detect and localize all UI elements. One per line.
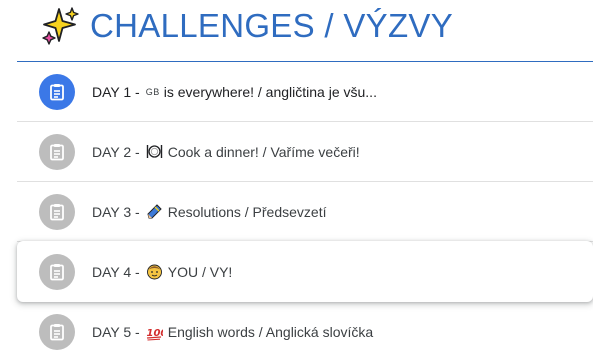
gb-flag-badge: GB: [145, 86, 160, 97]
challenge-day: DAY 5 -: [92, 324, 140, 340]
challenge-label: DAY 2 - Cook a dinner! / Vaříme večeři!: [92, 143, 360, 160]
challenge-day: DAY 3 -: [92, 203, 140, 220]
challenge-list: DAY 1 - GB is everywhere! / angličtina j…: [17, 62, 593, 362]
assignment-icon: [39, 193, 75, 230]
face-icon: [146, 264, 162, 280]
assignment-icon: [39, 253, 75, 290]
challenge-label: DAY 3 - Resolutions / Předsevzetí: [92, 203, 326, 220]
challenge-day: DAY 1 -: [92, 83, 140, 100]
challenge-day: DAY 2 -: [92, 143, 140, 160]
challenge-item-day-2[interactable]: DAY 2 - Cook a dinner! / Vaříme večeři!: [17, 122, 593, 182]
page-title: CHALLENGES / VÝZVY: [90, 7, 454, 44]
challenge-day: DAY 4 -: [92, 263, 140, 280]
page-header: CHALLENGES / VÝZVY: [42, 6, 453, 46]
assignment-icon: [39, 314, 75, 350]
challenge-item-day-1[interactable]: DAY 1 - GB is everywhere! / angličtina j…: [17, 62, 593, 122]
hundred-points-icon: 100: [146, 328, 163, 341]
challenge-title: is everywhere! / angličtina je všu...: [163, 83, 377, 100]
assignment-icon: [39, 133, 75, 170]
challenge-title: Cook a dinner! / Vaříme večeři!: [167, 143, 360, 160]
challenge-title: Resolutions / Předsevzetí: [167, 203, 327, 220]
crayon-icon: [147, 204, 162, 219]
challenge-item-day-3[interactable]: DAY 3 - Resolutions / Předsevzetí: [17, 182, 593, 242]
sparkles-icon: [42, 7, 79, 45]
challenge-label: DAY 1 - GB is everywhere! / angličtina j…: [92, 84, 377, 100]
challenge-label: DAY 4 - YOU / VY!: [92, 263, 232, 280]
challenge-item-day-5[interactable]: DAY 5 - 100 English words / Anglická slo…: [17, 302, 593, 362]
assignment-icon: [39, 73, 75, 110]
challenge-title: YOU / VY!: [167, 263, 233, 280]
challenge-item-day-4[interactable]: DAY 4 - YOU / VY!: [17, 241, 593, 302]
challenge-label: DAY 5 - 100 English words / Anglická slo…: [92, 324, 373, 341]
challenge-title: English words / Anglická slovíčka: [167, 324, 374, 340]
plate-fork-knife-icon: [146, 145, 162, 158]
